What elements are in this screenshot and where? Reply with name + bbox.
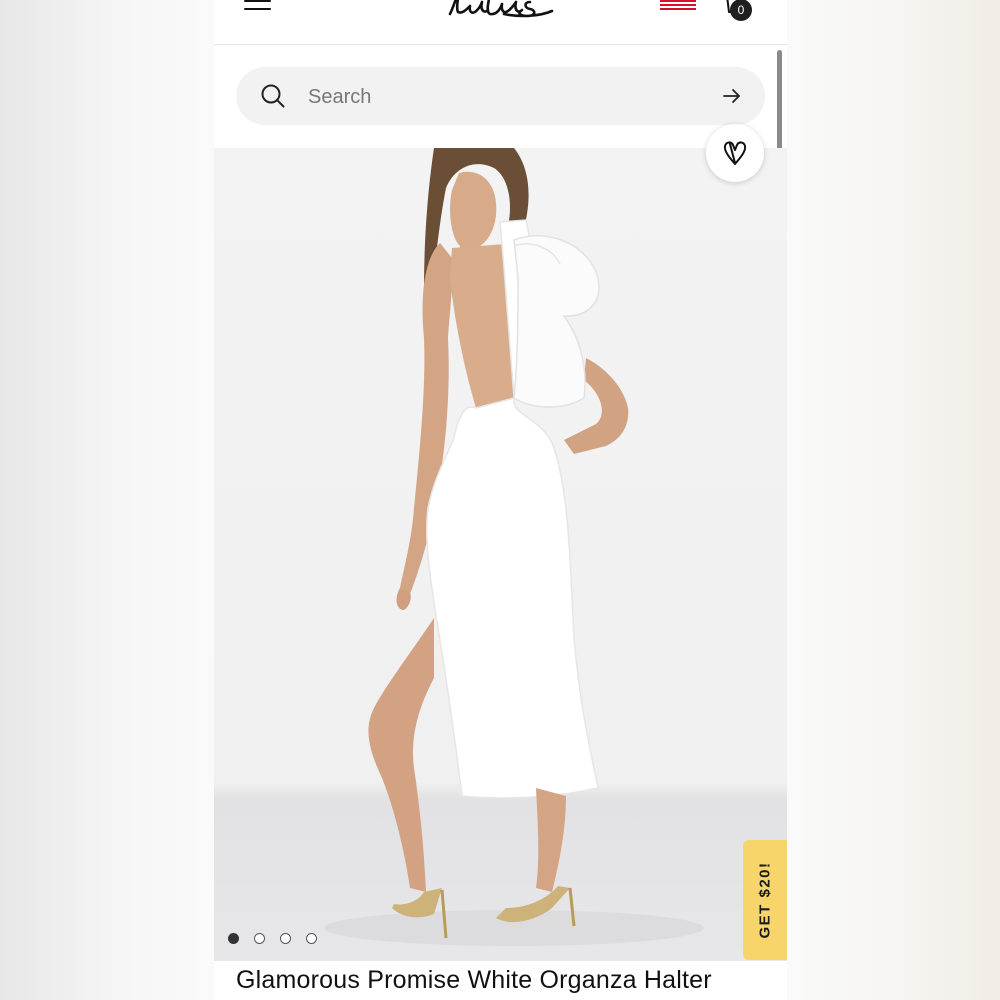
carousel-dot-1[interactable] xyxy=(228,933,239,944)
search-icon[interactable] xyxy=(260,83,286,109)
model-illustration xyxy=(324,148,704,946)
promo-label: GET $20! xyxy=(756,861,774,939)
promo-tab[interactable]: GET $20! xyxy=(743,840,787,960)
carousel-dots xyxy=(228,933,317,947)
product-image[interactable]: GET $20! xyxy=(214,148,787,961)
search-input[interactable] xyxy=(306,79,700,115)
site-header: 0 xyxy=(214,0,787,45)
cart-count-badge: 0 xyxy=(730,0,752,21)
phone-screen: 0 Search GET $20! Glamorous Promise Whit… xyxy=(214,0,787,1000)
carousel-dot-3[interactable] xyxy=(280,933,291,944)
us-flag-icon[interactable] xyxy=(660,0,696,12)
search-bar[interactable] xyxy=(236,67,765,125)
lulus-logo[interactable] xyxy=(444,0,556,20)
heart-icon xyxy=(723,141,747,165)
product-title: Glamorous Promise White Organza Halter xyxy=(236,966,712,994)
arrow-right-icon[interactable] xyxy=(722,87,742,105)
hamburger-menu-icon[interactable] xyxy=(244,0,272,14)
carousel-dot-4[interactable] xyxy=(306,933,317,944)
carousel-dot-2[interactable] xyxy=(254,933,265,944)
wishlist-button[interactable] xyxy=(706,124,764,182)
